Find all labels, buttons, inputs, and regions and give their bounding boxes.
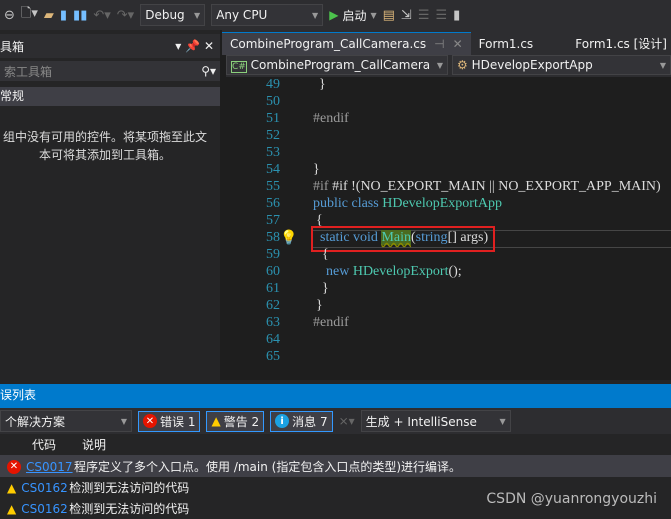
column-description[interactable]: 说明 xyxy=(82,436,106,453)
class-select[interactable]: ⚙ HDevelopExportApp ▼ xyxy=(452,55,671,75)
clear-filter-icon[interactable]: ⨯▾ xyxy=(339,414,355,428)
tab-combineprogram[interactable]: CombineProgram_CallCamera.cs ⊣ ✕ xyxy=(222,32,471,55)
line-number: 53 xyxy=(266,145,280,160)
line-number: 58 xyxy=(266,230,280,245)
start-button[interactable]: ▶ 启动 ▼ xyxy=(329,7,376,24)
error-code-link[interactable]: CS0162 xyxy=(21,481,69,495)
platform-select[interactable]: Any CPU ▼ xyxy=(211,4,324,26)
lightbulb-icon[interactable]: 💡 xyxy=(280,230,297,247)
messages-filter-button[interactable]: i 消息 7 xyxy=(270,410,333,432)
error-icon: ✕ xyxy=(7,459,21,474)
project-select[interactable]: C# CombineProgram_CallCamera ▼ xyxy=(226,55,448,75)
save-icon[interactable]: ▮ xyxy=(60,8,67,23)
warnings-filter-button[interactable]: ▲ 警告 2 xyxy=(206,410,265,432)
line-number: 64 xyxy=(266,332,280,347)
toolbox-panel: 具箱 ▾ 📌 ✕ 索工具箱 ⚲▾ 常规 组中没有可用的控件。将某项拖至此文 本可将其添… xyxy=(0,30,220,380)
errors-filter-button[interactable]: ✕ 错误 1 xyxy=(138,410,201,432)
error-list-title: 误列表 xyxy=(0,384,671,408)
close-icon[interactable]: ✕ xyxy=(204,39,214,53)
line-number: 63 xyxy=(266,315,280,330)
new-item-icon[interactable]: 🗋▾ xyxy=(21,4,38,26)
back-icon[interactable]: ⊖ xyxy=(4,8,15,23)
pin-icon[interactable]: 📌 xyxy=(185,39,200,53)
pin-icon[interactable]: ⊣ xyxy=(434,37,444,51)
undo-icon[interactable]: ↶▾ xyxy=(93,8,110,23)
line-number: 56 xyxy=(266,196,280,211)
line-number: 62 xyxy=(266,298,280,313)
warning-icon: ▲ xyxy=(211,414,221,428)
tab-form1[interactable]: Form1.cs xyxy=(471,32,542,55)
error-code-link[interactable]: CS0017 xyxy=(26,460,74,474)
csharp-icon: C# xyxy=(231,61,247,73)
line-number: 55 xyxy=(266,179,280,194)
toolbox-category[interactable]: 常规 xyxy=(0,87,220,106)
toolbox-search[interactable]: 索工具箱 ⚲▾ xyxy=(0,61,220,81)
error-description: 检测到无法访问的代码 xyxy=(69,502,190,516)
error-code-link[interactable]: CS0162 xyxy=(21,502,69,516)
open-folder-icon[interactable]: ▰ xyxy=(44,8,54,23)
editor-tabs: CombineProgram_CallCamera.cs ⊣ ✕ Form1.cs … xyxy=(222,30,671,55)
error-icon: ✕ xyxy=(143,414,157,428)
line-number: 57 xyxy=(266,213,280,228)
info-icon: i xyxy=(275,414,290,428)
code-editor[interactable]: 49 50 51 52 53 54 55 56 57 58 59 60 61 62 63 64 65 } #en… xyxy=(222,77,671,380)
line-number: 65 xyxy=(266,349,280,364)
warning-icon: ▲ xyxy=(7,480,17,495)
indent-icon[interactable]: ☰ xyxy=(418,8,430,23)
line-number: 54 xyxy=(266,162,280,177)
tab-form1-design[interactable]: Form1.cs [设计] xyxy=(567,32,671,55)
line-number: 49 xyxy=(266,77,280,92)
search-icon[interactable]: ⚲▾ xyxy=(201,64,216,78)
toolbox-empty-message: 组中没有可用的控件。将某项拖至此文 本可将其添加到工具箱。 xyxy=(2,130,207,162)
line-number: 60 xyxy=(266,264,280,279)
watermark: CSDN @yuanrongyouzhi xyxy=(486,491,657,507)
class-icon: ⚙ xyxy=(457,58,468,72)
find-icon[interactable]: ▤ xyxy=(383,8,395,23)
step-icon[interactable]: ⇲ xyxy=(401,8,412,23)
main-toolbar: ⊖ 🗋▾ ▰ ▮ ▮▮ ↶▾ ↷▾ Debug ▼ Any CPU ▼ ▶ 启动 ▼ ▤… xyxy=(0,0,671,30)
column-code[interactable]: 代码 xyxy=(32,436,82,453)
error-description: 程序定义了多个入口点。使用 /main (指定包含入口点的类型)进行编译。 xyxy=(74,460,462,474)
warning-icon: ▲ xyxy=(7,501,17,516)
error-description: 检测到无法访问的代码 xyxy=(69,481,190,495)
line-number: 52 xyxy=(266,128,280,143)
line-number: 51 xyxy=(266,111,280,126)
error-row[interactable]: ✕ CS0017 程序定义了多个入口点。使用 /main (指定包含入口点的类型)进… xyxy=(0,456,671,477)
play-icon: ▶ xyxy=(329,8,339,22)
source-select[interactable]: 生成 + IntelliSense ▼ xyxy=(360,410,511,432)
line-number: 59 xyxy=(266,247,280,262)
redo-icon[interactable]: ↷▾ xyxy=(117,8,134,23)
highlight-box xyxy=(311,226,495,252)
config-select[interactable]: Debug ▼ xyxy=(140,4,206,26)
dropdown-icon[interactable]: ▾ xyxy=(175,39,181,53)
line-number: 50 xyxy=(266,94,280,109)
close-icon[interactable]: ✕ xyxy=(453,37,463,51)
comment-icon[interactable]: ☰ xyxy=(435,8,447,23)
line-number: 61 xyxy=(266,281,280,296)
scope-select[interactable]: 个解决方案 ▼ xyxy=(0,410,132,432)
navigation-bar: C# CombineProgram_CallCamera ▼ ⚙ HDevelop… xyxy=(226,55,671,77)
bookmark-icon[interactable]: ▮ xyxy=(453,8,460,23)
save-all-icon[interactable]: ▮▮ xyxy=(73,8,87,23)
